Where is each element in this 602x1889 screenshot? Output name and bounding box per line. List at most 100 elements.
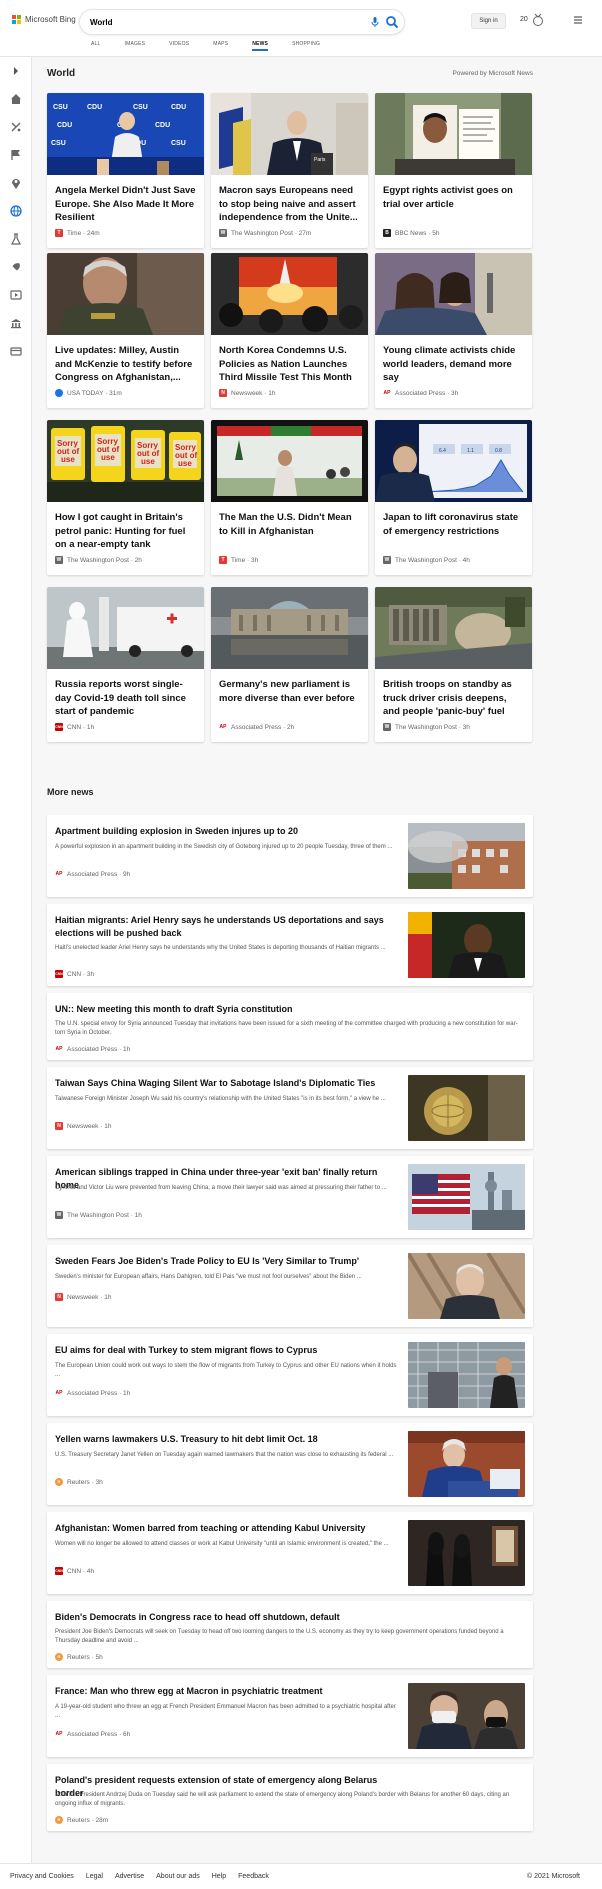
news-item-title[interactable]: Afghanistan: Women barred from teaching … xyxy=(55,1522,395,1535)
news-card[interactable]: Sorry out of use Sorry out of use Sorry out o… xyxy=(47,420,204,575)
more-news-title: More news xyxy=(47,787,94,797)
news-card[interactable]: Live updates: Milley, Austin and McKenzi… xyxy=(47,253,204,408)
footer-link-about-ads[interactable]: About our ads xyxy=(156,1873,200,1880)
news-list-item[interactable]: Haitian migrants: Ariel Henry says he un… xyxy=(47,904,533,986)
news-card-source: USA TODAY · 31m xyxy=(55,389,122,397)
home-icon[interactable] xyxy=(9,92,23,106)
news-list-item[interactable]: France: Man who threw egg at Macron in p… xyxy=(47,1675,533,1757)
news-item-title[interactable]: UN:: New meeting this month to draft Syr… xyxy=(55,1003,395,1016)
news-item-desc: Women will no longer be allowed to atten… xyxy=(55,1541,389,1547)
news-card[interactable]: The Man the U.S. Didn't Mean to Kill in … xyxy=(211,420,368,575)
svg-text:1.1: 1.1 xyxy=(467,448,474,454)
tab-videos[interactable]: VIDEOS xyxy=(169,41,189,47)
bing-logo[interactable]: Microsoft Bing xyxy=(12,15,76,24)
sports-icon[interactable] xyxy=(9,120,23,134)
news-item-title[interactable]: Haitian migrants: Ariel Henry says he un… xyxy=(55,914,395,940)
search-input[interactable] xyxy=(90,15,330,29)
news-list-item[interactable]: Yellen warns lawmakers U.S. Treasury to … xyxy=(47,1423,533,1505)
money-icon[interactable] xyxy=(9,344,23,358)
search-box[interactable] xyxy=(80,10,404,34)
news-card-source: B BBC News · 5h xyxy=(383,229,439,237)
news-card[interactable]: Russia reports worst single-day Covid-19… xyxy=(47,587,204,742)
news-card[interactable]: Young climate activists chide world lead… xyxy=(375,253,532,408)
news-item-source: N Newsweek · 1h xyxy=(55,1293,111,1301)
footer-link-privacy[interactable]: Privacy and Cookies xyxy=(10,1873,74,1880)
news-image xyxy=(408,823,525,889)
news-card[interactable]: Egypt rights activist goes on trial over… xyxy=(375,93,532,248)
news-item-source: AP Associated Press · 6h xyxy=(55,1730,131,1738)
science-icon[interactable] xyxy=(9,232,23,246)
tab-shopping[interactable]: SHOPPING xyxy=(292,41,320,47)
news-card-title[interactable]: Angela Merkel Didn't Just Save Europe. S… xyxy=(55,184,197,225)
header-divider xyxy=(0,56,602,57)
news-card-title[interactable]: Germany's new parliament is more diverse… xyxy=(219,678,361,705)
news-card-source: W The Washington Post · 4h xyxy=(383,556,470,564)
news-card[interactable]: North Korea Condemns U.S. Policies as Na… xyxy=(211,253,368,408)
news-card-title[interactable]: The Man the U.S. Didn't Mean to Kill in … xyxy=(219,511,361,538)
news-card-title[interactable]: British troops on standby as truck drive… xyxy=(383,678,525,719)
source-logo-icon: R xyxy=(55,1478,63,1486)
news-card-source: T Time · 24m xyxy=(55,229,100,237)
expand-icon[interactable] xyxy=(9,64,23,78)
news-item-title[interactable]: Yellen warns lawmakers U.S. Treasury to … xyxy=(55,1433,395,1446)
news-item-source: CNN CNN · 3h xyxy=(55,970,95,978)
news-list-item[interactable]: UN:: New meeting this month to draft Syr… xyxy=(47,993,533,1060)
tab-all[interactable]: ALL xyxy=(91,41,101,47)
news-card-title[interactable]: Japan to lift coronavirus state of emerg… xyxy=(383,511,525,538)
news-list-item[interactable]: Taiwan Says China Waging Silent War to S… xyxy=(47,1067,533,1149)
news-card[interactable]: British troops on standby as truck drive… xyxy=(375,587,532,742)
news-list-item[interactable]: Sweden Fears Joe Biden's Trade Policy to… xyxy=(47,1245,533,1327)
rocket-icon[interactable] xyxy=(9,260,23,274)
tab-maps[interactable]: MAPS xyxy=(213,41,228,47)
news-card-title[interactable]: How I got caught in Britain's petrol pan… xyxy=(55,511,197,552)
news-card-title[interactable]: Egypt rights activist goes on trial over… xyxy=(383,184,525,211)
news-item-title[interactable]: Apartment building explosion in Sweden i… xyxy=(55,825,395,838)
sign-in-button[interactable]: Sign in xyxy=(471,13,506,29)
footer-link-help[interactable]: Help xyxy=(212,1873,226,1880)
news-card-source: CNN CNN · 1h xyxy=(55,723,95,731)
news-list-item[interactable]: American siblings trapped in China under… xyxy=(47,1156,533,1238)
tab-news[interactable]: NEWS xyxy=(252,41,268,51)
news-card-title[interactable]: Russia reports worst single-day Covid-19… xyxy=(55,678,197,719)
globe-icon[interactable] xyxy=(9,204,23,218)
news-list-item[interactable]: Afghanistan: Women barred from teaching … xyxy=(47,1512,533,1594)
news-card-title[interactable]: Live updates: Milley, Austin and McKenzi… xyxy=(55,344,197,385)
news-item-title[interactable]: Sweden Fears Joe Biden's Trade Policy to… xyxy=(55,1255,395,1268)
news-card-title[interactable]: Young climate activists chide world lead… xyxy=(383,344,525,385)
news-card-title[interactable]: Macron says Europeans need to stop being… xyxy=(219,184,361,225)
news-list-item[interactable]: Biden's Democrats in Congress race to he… xyxy=(47,1601,533,1668)
rewards-medal-icon[interactable] xyxy=(532,13,544,27)
footer-link-feedback[interactable]: Feedback xyxy=(238,1873,269,1880)
news-item-title[interactable]: France: Man who threw egg at Macron in p… xyxy=(55,1685,395,1698)
microphone-icon[interactable] xyxy=(369,16,381,28)
news-card-source: W The Washington Post · 27m xyxy=(219,229,312,237)
news-card-title[interactable]: North Korea Condemns U.S. Policies as Na… xyxy=(219,344,361,385)
news-card[interactable]: Paris Macron says Europeans need to stop… xyxy=(211,93,368,248)
location-icon[interactable] xyxy=(9,176,23,190)
news-list-item[interactable]: EU aims for deal with Turkey to stem mig… xyxy=(47,1334,533,1416)
source-logo-icon: CNN xyxy=(55,1567,63,1575)
news-card[interactable]: 6.4 1.1 0.8 Japan to lift coronavirus st… xyxy=(375,420,532,575)
business-icon[interactable] xyxy=(9,316,23,330)
search-icon[interactable] xyxy=(385,15,399,29)
news-card[interactable]: Germany's new parliament is more diverse… xyxy=(211,587,368,742)
news-card[interactable]: CSUCDUCSUCDU CDUCSUCDU CSUCDUCSU Angela … xyxy=(47,93,204,248)
news-item-source: AP Associated Press · 1h xyxy=(55,1389,131,1397)
powered-by-label[interactable]: Powered by Microsoft News xyxy=(452,70,533,77)
flag-icon[interactable] xyxy=(9,148,23,162)
news-image xyxy=(375,253,532,335)
news-list-item[interactable]: Poland's president requests extension of… xyxy=(47,1764,533,1831)
entertainment-icon[interactable] xyxy=(9,288,23,302)
footer-link-legal[interactable]: Legal xyxy=(86,1873,103,1880)
tab-images[interactable]: IMAGES xyxy=(125,41,146,47)
news-item-title[interactable]: Biden's Democrats in Congress race to he… xyxy=(55,1611,395,1624)
rewards-points[interactable]: 20 xyxy=(520,16,528,23)
svg-text:use: use xyxy=(101,453,115,462)
news-image xyxy=(408,1164,525,1230)
news-image: CSUCDUCSUCDU CDUCSUCDU CSUCDUCSU xyxy=(47,93,204,175)
hamburger-menu-icon[interactable] xyxy=(574,16,582,24)
news-list-item[interactable]: Apartment building explosion in Sweden i… xyxy=(47,815,533,897)
news-item-title[interactable]: Taiwan Says China Waging Silent War to S… xyxy=(55,1077,395,1090)
news-item-title[interactable]: EU aims for deal with Turkey to stem mig… xyxy=(55,1344,395,1357)
footer-link-advertise[interactable]: Advertise xyxy=(115,1873,144,1880)
